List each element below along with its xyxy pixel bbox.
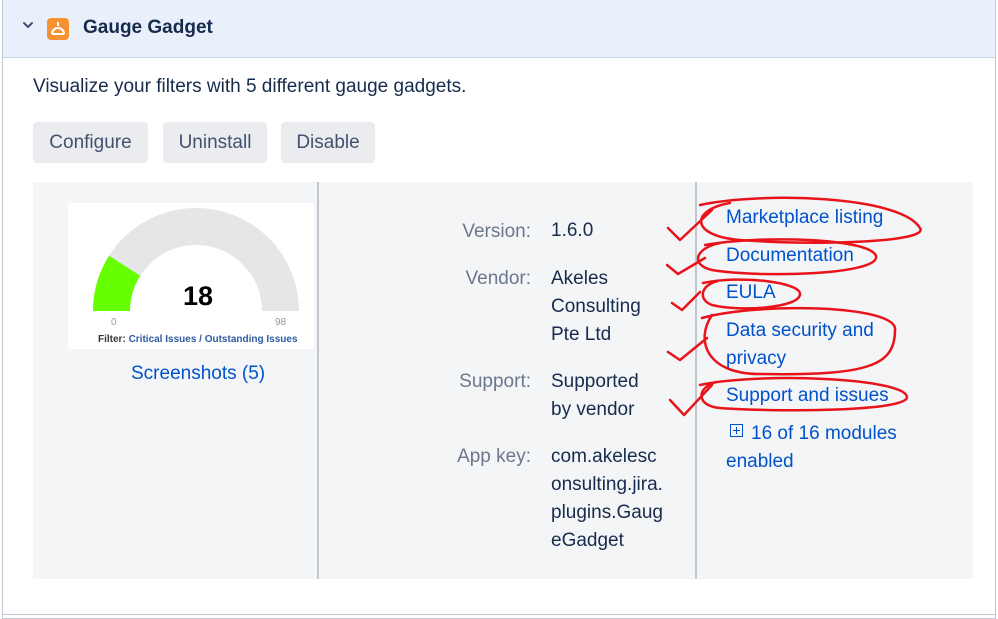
panel-bottom-border: [2, 614, 996, 615]
version-label: Version:: [462, 221, 531, 242]
gauge-filter-caption: Filter: Critical Issues / Outstanding Is…: [98, 334, 298, 345]
gauge-value: 18: [182, 281, 214, 311]
version-value: 1.6.0: [551, 220, 594, 241]
gauge-max: 98: [275, 317, 287, 328]
app-key-value: com.akelesconsulting.jira.plugins.GaugeG…: [551, 446, 663, 551]
chevron-down-icon[interactable]: [21, 18, 35, 32]
data-security-link[interactable]: Data security and privacy: [726, 317, 896, 373]
vendor-label: Vendor:: [465, 268, 532, 289]
gauge-filter-name: Critical Issues / Outstanding Issues: [128, 334, 298, 345]
column-divider: [695, 182, 697, 579]
support-label: Support:: [459, 371, 531, 392]
disable-button[interactable]: Disable: [281, 122, 375, 163]
screenshot-thumbnail[interactable]: 18 0 98 Filter: Critical Issues / Outsta…: [68, 203, 314, 349]
app-logo-icon: [47, 18, 69, 40]
modules-label: 16 of 16 modules enabled: [726, 423, 897, 472]
support-value: Supported by vendor: [551, 371, 639, 420]
marketplace-listing-link[interactable]: Marketplace listing: [726, 204, 883, 232]
app-title: Gauge Gadget: [83, 17, 213, 38]
screenshots-link[interactable]: Screenshots (5): [131, 363, 265, 385]
configure-button[interactable]: Configure: [33, 122, 148, 163]
gauge-filter-prefix: Filter:: [98, 334, 129, 345]
gauge-min: 0: [111, 317, 117, 328]
modules-toggle[interactable]: 16 of 16 modules enabled: [726, 420, 926, 476]
app-description: Visualize your filters with 5 different …: [33, 76, 467, 97]
app-header[interactable]: Gauge Gadget: [3, 0, 995, 58]
expand-icon[interactable]: [730, 424, 743, 437]
column-divider: [317, 182, 319, 579]
app-key-label: App key:: [457, 446, 531, 467]
documentation-link[interactable]: Documentation: [726, 242, 854, 270]
vendor-value: Akeles Consulting Pte Ltd: [551, 268, 641, 345]
uninstall-button[interactable]: Uninstall: [163, 122, 267, 163]
support-issues-link[interactable]: Support and issues: [726, 382, 889, 410]
app-details: 18 0 98 Filter: Critical Issues / Outsta…: [33, 182, 973, 579]
eula-link[interactable]: EULA: [726, 279, 776, 307]
